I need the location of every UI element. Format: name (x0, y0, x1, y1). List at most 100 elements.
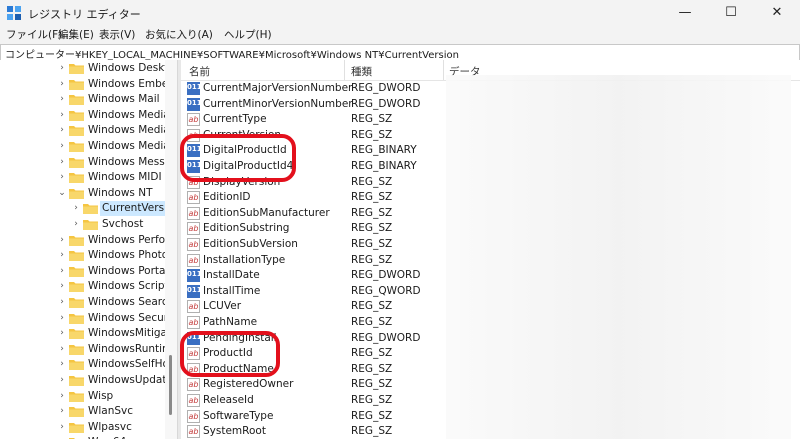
chevron-right-icon[interactable]: › (57, 342, 67, 357)
tree-item[interactable]: › Windows Media P (0, 139, 165, 154)
tree-item[interactable]: › Windows Perform (0, 233, 165, 248)
string-value-icon: ab (187, 238, 200, 251)
tree-item[interactable]: › Windows Embedd (0, 77, 165, 92)
value-row[interactable]: ab SoftwareType REG_SZ (181, 409, 800, 425)
tree-item[interactable]: › Windows Portabl (0, 264, 165, 279)
value-row[interactable]: ab PathName REG_SZ (181, 315, 800, 331)
tree-item-label: Windows Security (88, 311, 165, 324)
chevron-right-icon[interactable]: › (71, 201, 81, 216)
chevron-right-icon[interactable]: › (57, 326, 67, 341)
tree-item[interactable]: › Wisp (0, 389, 165, 404)
chevron-right-icon[interactable]: › (57, 139, 67, 154)
string-value-icon: ab (187, 409, 200, 423)
chevron-right-icon[interactable]: › (57, 61, 67, 76)
value-row[interactable]: ab InstallationType REG_SZ (181, 253, 800, 269)
tree-item[interactable]: › CurrentVersion (0, 201, 165, 217)
chevron-right-icon[interactable]: › (57, 389, 67, 404)
string-value-icon: ab (187, 191, 200, 205)
value-row[interactable]: 011 CurrentMajorVersionNumber REG_DWORD (181, 81, 800, 97)
chevron-right-icon[interactable]: › (57, 373, 67, 388)
tree-item[interactable]: › Windows Media D (0, 108, 165, 123)
value-row[interactable]: ab EditionSubstring REG_SZ (181, 221, 800, 237)
chevron-right-icon[interactable]: › (57, 108, 67, 123)
value-type: REG_SZ (351, 253, 393, 266)
chevron-right-icon[interactable]: › (57, 170, 67, 185)
folder-icon (69, 344, 84, 355)
value-row[interactable]: 011 InstallDate REG_DWORD (181, 268, 800, 284)
tree-item[interactable]: › WindowsUpdate (0, 373, 165, 388)
value-row[interactable]: ab EditionSubManufacturer REG_SZ (181, 206, 800, 222)
folder-icon (69, 95, 84, 106)
tree-item[interactable]: › Wow64 (0, 435, 165, 439)
value-row[interactable]: ab ReleaseId REG_SZ (181, 393, 800, 409)
key-tree-pane[interactable]: › Windows Desktop › Windows Embedd › Windows … (0, 60, 165, 439)
chevron-right-icon[interactable]: › (71, 217, 81, 232)
folder-icon (69, 251, 84, 262)
value-row[interactable]: ab EditionID REG_SZ (181, 190, 800, 206)
menu-favorites[interactable]: お気に入り(A) (145, 27, 213, 42)
column-type-header[interactable]: 種類 (351, 64, 372, 79)
chevron-right-icon[interactable]: › (57, 264, 67, 279)
chevron-right-icon[interactable]: › (57, 279, 67, 294)
chevron-right-icon[interactable]: › (57, 404, 67, 419)
menu-file[interactable]: ファイル(F) (6, 27, 62, 42)
highlight-digital-product-id (180, 134, 296, 182)
value-row[interactable]: ab RegisteredOwner REG_SZ (181, 377, 800, 393)
chevron-right-icon[interactable]: › (57, 295, 67, 310)
tree-item[interactable]: › Windows Mail (0, 92, 165, 107)
tree-scrollbar[interactable] (165, 60, 177, 439)
tree-item[interactable]: › Svchost (0, 217, 165, 232)
chevron-right-icon[interactable]: › (57, 123, 67, 138)
string-value-icon: ab (187, 394, 200, 407)
column-divider[interactable] (344, 60, 345, 80)
folder-icon (69, 266, 84, 277)
tree-item[interactable]: › Windows Desktop (0, 61, 165, 76)
tree-item[interactable]: › Windows Security (0, 311, 165, 326)
folder-icon (69, 173, 84, 184)
tree-item[interactable]: › WindowsSelfHost (0, 357, 165, 372)
chevron-right-icon[interactable]: › (57, 92, 67, 107)
column-divider[interactable] (443, 60, 444, 80)
tree-item[interactable]: › WindowsMitigati (0, 326, 165, 341)
menu-view[interactable]: 表示(V) (99, 27, 135, 42)
value-row[interactable]: ab EditionSubVersion REG_SZ (181, 237, 800, 253)
tree-item[interactable]: › WlanSvc (0, 404, 165, 419)
chevron-right-icon[interactable]: › (57, 420, 67, 435)
tree-item[interactable]: › WindowsRuntime (0, 342, 165, 357)
tree-item[interactable]: › Windows Media F (0, 123, 165, 138)
tree-item[interactable]: › Windows Search (0, 295, 165, 310)
close-button[interactable]: ✕ (754, 0, 800, 26)
value-row[interactable]: ab LCUVer REG_SZ (181, 299, 800, 315)
tree-item-label: Windows Photo V (88, 249, 165, 262)
value-row[interactable]: 011 InstallTime REG_QWORD (181, 284, 800, 300)
value-row[interactable]: ab CurrentType REG_SZ (181, 112, 800, 128)
value-list-pane[interactable]: 名前 種類 データ 011 CurrentMajorVersionNumber RE… (181, 60, 800, 439)
tree-item[interactable]: › Wlpasvc (0, 420, 165, 435)
value-name: SoftwareType (203, 409, 274, 422)
maximize-button[interactable]: ☐ (708, 0, 754, 26)
tree-item[interactable]: ⌄ Windows NT (0, 186, 165, 201)
tree-item-label: WlanSvc (88, 405, 134, 418)
value-row[interactable]: 011 CurrentMinorVersionNumber REG_DWORD (181, 97, 800, 113)
minimize-button[interactable]: — (662, 0, 708, 26)
tree-item[interactable]: › Windows Photo V (0, 248, 165, 263)
chevron-right-icon[interactable]: › (57, 155, 67, 170)
tree-scrollbar-thumb[interactable] (169, 355, 172, 415)
chevron-right-icon[interactable]: › (57, 77, 67, 92)
chevron-right-icon[interactable]: › (57, 357, 67, 372)
value-row[interactable]: ab SystemRoot REG_SZ (181, 424, 800, 439)
chevron-right-icon[interactable]: › (57, 435, 67, 439)
chevron-down-icon[interactable]: ⌄ (57, 186, 67, 201)
chevron-right-icon[interactable]: › (57, 233, 67, 248)
tree-item[interactable]: › Windows MIDI Se (0, 170, 165, 185)
menu-edit[interactable]: 編集(E) (58, 27, 94, 42)
chevron-right-icon[interactable]: › (57, 311, 67, 326)
value-name: ReleaseId (203, 394, 254, 406)
address-bar[interactable]: コンピューター¥HKEY_LOCAL_MACHINE¥SOFTWARE¥Micr… (0, 44, 800, 61)
column-name-header[interactable]: 名前 (189, 64, 210, 79)
menu-help[interactable]: ヘルプ(H) (224, 27, 272, 42)
folder-icon (69, 360, 84, 371)
chevron-right-icon[interactable]: › (57, 248, 67, 263)
tree-item[interactable]: › Windows Messag (0, 155, 165, 170)
tree-item[interactable]: › Windows Script H (0, 279, 165, 294)
